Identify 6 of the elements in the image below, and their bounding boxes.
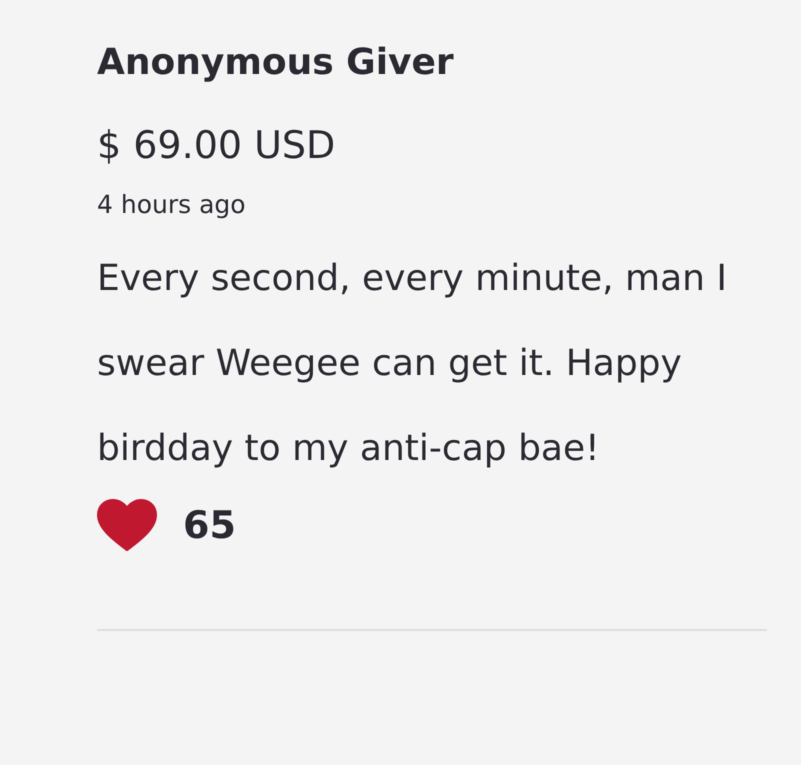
donation-amount: $ 69.00 USD <box>97 122 336 169</box>
donation-message: Every second, every minute, man I swear Weegee can get it. Happy birdday to my anti-cap bae! <box>97 257 728 471</box>
donor-name: Anonymous Giver <box>97 41 454 85</box>
heart-icon[interactable] <box>97 499 157 551</box>
like-count: 65 <box>183 503 236 547</box>
timestamp: 4 hours ago <box>97 189 246 221</box>
